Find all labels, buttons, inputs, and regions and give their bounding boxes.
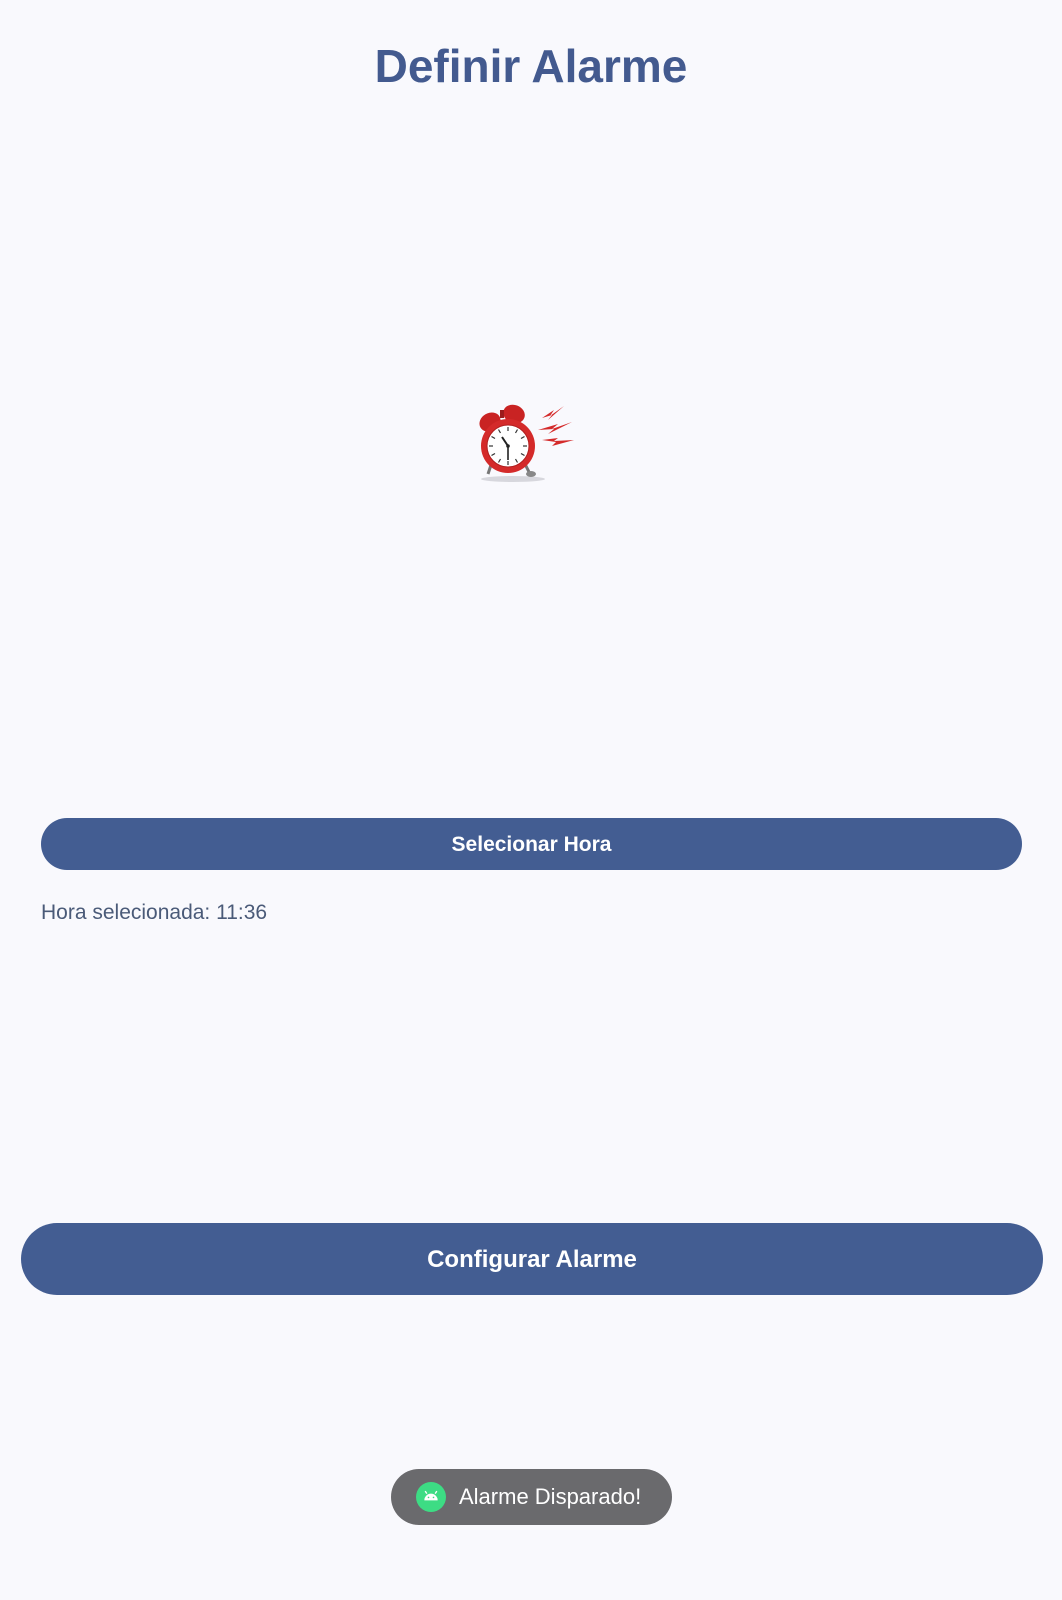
- selected-time-label: Hora selecionada: 11:36: [41, 901, 268, 924]
- alarm-clock-icon: [479, 404, 574, 482]
- configure-alarm-button[interactable]: Configurar Alarme: [21, 1223, 1043, 1295]
- select-time-button[interactable]: Selecionar Hora: [41, 818, 1022, 870]
- page-title: Definir Alarme: [374, 40, 688, 92]
- toast-notification: Alarme Disparado!: [391, 1469, 672, 1525]
- toast-message: Alarme Disparado!: [459, 1484, 642, 1509]
- android-icon: [416, 1482, 446, 1512]
